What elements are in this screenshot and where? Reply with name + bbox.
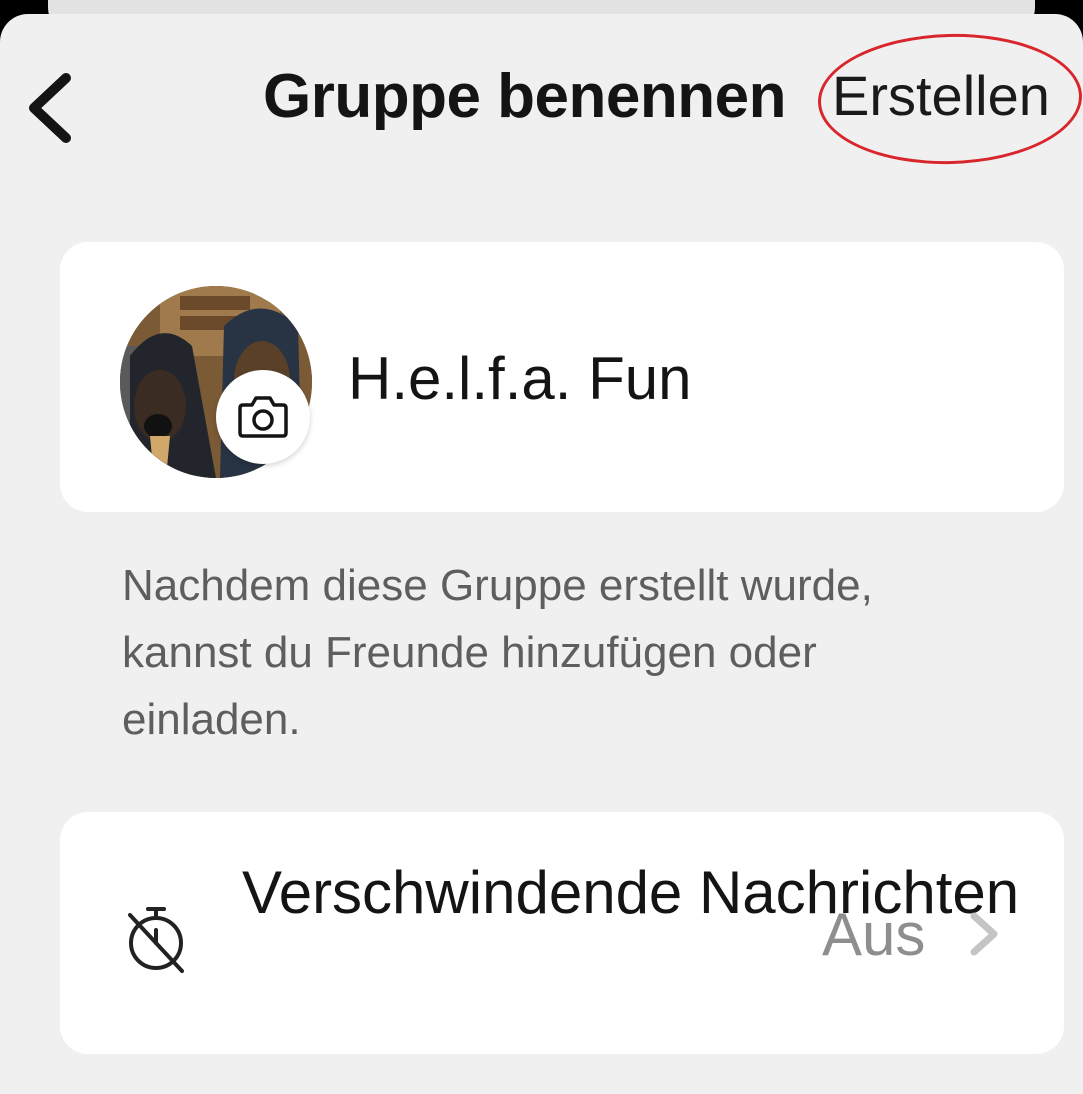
- disappearing-messages-value: Aus: [822, 901, 926, 968]
- timer-off-icon: [128, 907, 184, 973]
- page-title: Gruppe benennen: [263, 62, 786, 131]
- group-name-input[interactable]: H.e.l.f.a. Fun: [348, 344, 691, 413]
- chevron-left-icon: [29, 73, 71, 143]
- group-name-card: H.e.l.f.a. Fun: [60, 242, 1064, 512]
- create-group-sheet: Gruppe benennen Erstellen H.e.l.f.a. Fun…: [0, 14, 1083, 1094]
- info-text: Nachdem diese Gruppe erstellt wurde, kan…: [122, 561, 873, 744]
- red-annotation-circle: [816, 30, 1083, 168]
- back-button[interactable]: [22, 66, 82, 150]
- chevron-right-icon: [970, 912, 998, 956]
- camera-icon: [238, 396, 288, 438]
- disappearing-messages-row[interactable]: Verschwindende Nachrichten Aus: [60, 812, 1064, 1054]
- change-photo-button[interactable]: [216, 370, 310, 464]
